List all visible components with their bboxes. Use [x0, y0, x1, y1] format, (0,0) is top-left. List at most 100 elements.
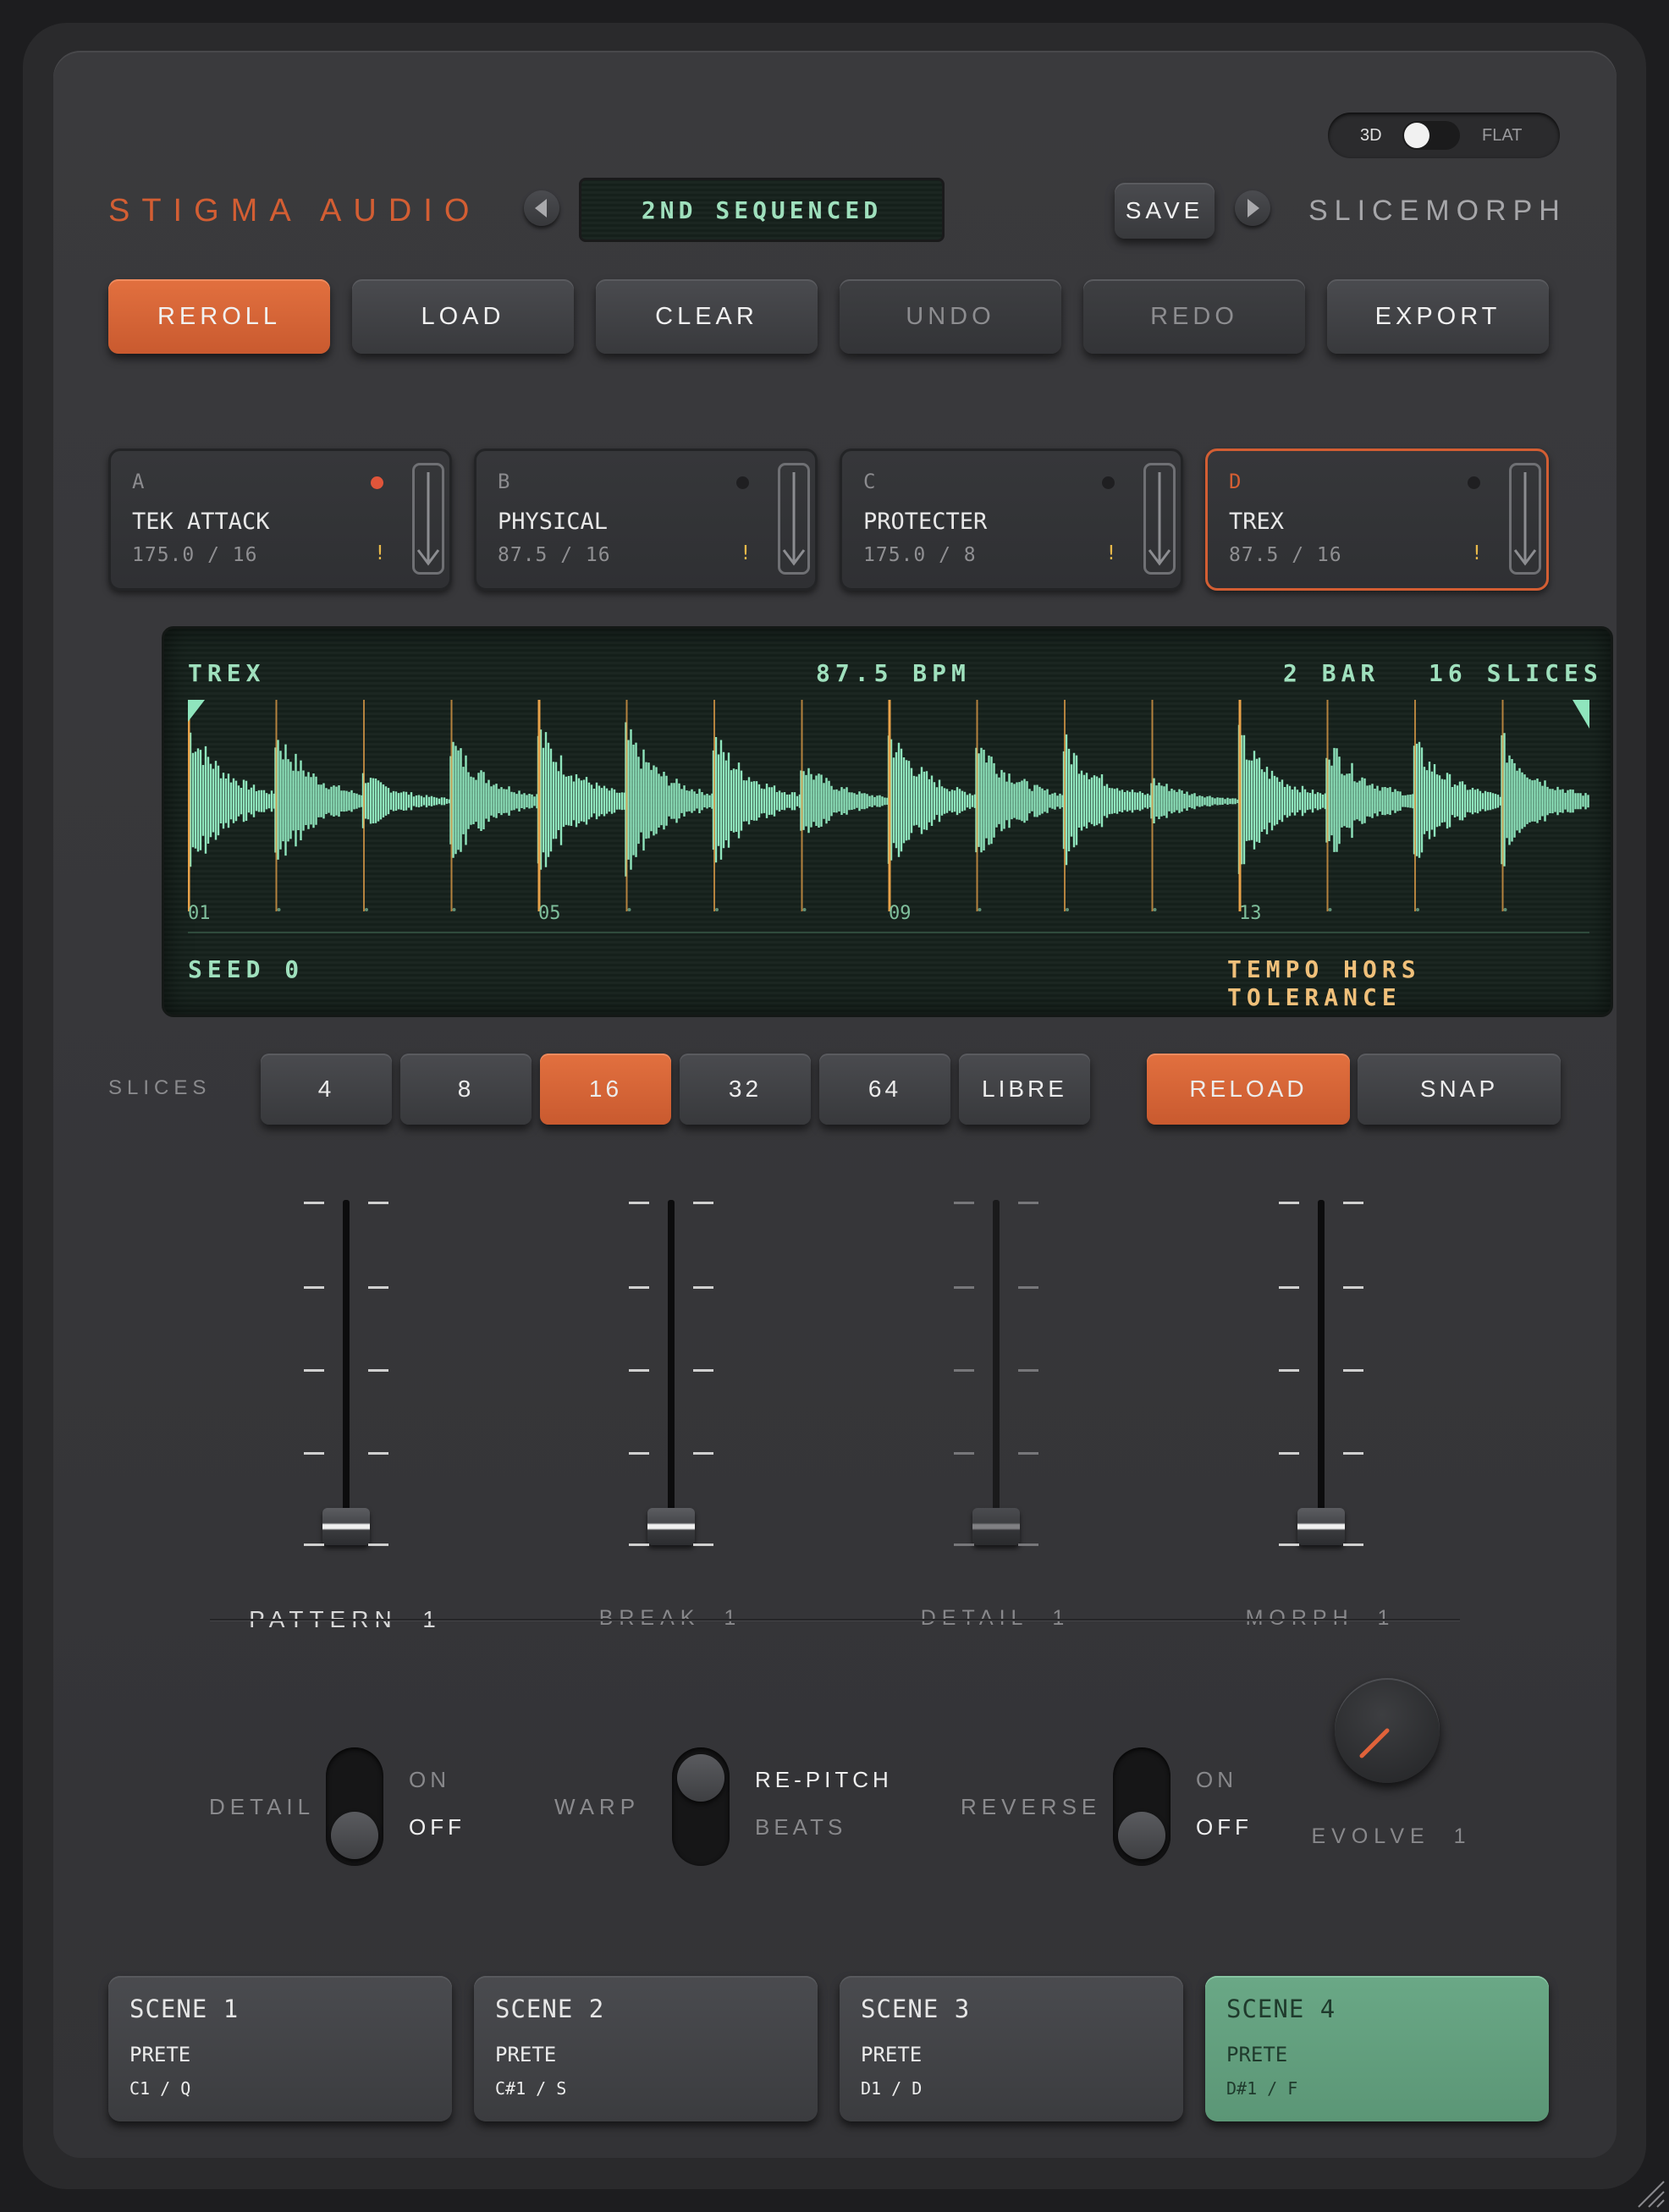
redo-button[interactable]: REDO: [1083, 279, 1305, 354]
waveform-display[interactable]: TREX 87.5 BPM 2 BAR 16 SLICES 01 05 09 1…: [162, 626, 1613, 1017]
fader-tick: [368, 1286, 388, 1289]
slice-dot: [627, 908, 631, 911]
clear-button[interactable]: CLEAR: [596, 279, 818, 354]
pattern-fader[interactable]: [295, 1193, 397, 1557]
scene-state: PRETE: [129, 2043, 191, 2066]
scene-state: PRETE: [495, 2043, 557, 2066]
warp-repitch-option: RE-PITCH: [755, 1767, 893, 1792]
morph-fader[interactable]: [1270, 1193, 1372, 1557]
sample-slot-d[interactable]: D TREX 87.5 / 16 !: [1205, 448, 1549, 591]
fader-tick: [1343, 1369, 1363, 1372]
reroll-button[interactable]: REROLL: [108, 279, 330, 354]
break-fader[interactable]: [620, 1193, 722, 1557]
fader-track: [343, 1200, 350, 1545]
waveform-canvas[interactable]: [188, 700, 1589, 911]
warp-switch[interactable]: [672, 1747, 730, 1866]
scene-keys: C#1 / S: [495, 2078, 567, 2099]
drop-arrow-icon[interactable]: [1143, 463, 1176, 575]
undo-button[interactable]: UNDO: [840, 279, 1061, 354]
fader-tick: [1018, 1202, 1038, 1204]
mode-3d-label: 3D: [1360, 126, 1382, 145]
save-button[interactable]: SAVE: [1115, 183, 1215, 239]
waveform-slice-count: 16 SLICES: [1429, 659, 1603, 687]
scene-1-button[interactable]: SCENE 1 PRETE C1 / Q: [108, 1976, 452, 2121]
fader-track: [1318, 1200, 1325, 1545]
fader-tick: [629, 1369, 649, 1372]
fader-tick: [1279, 1369, 1299, 1372]
slices-option-64[interactable]: 64: [819, 1054, 950, 1125]
slot-info: 87.5 / 16: [1229, 544, 1342, 566]
fader-handle[interactable]: [1297, 1508, 1345, 1545]
loop-end-handle[interactable]: [1573, 700, 1589, 729]
scene-title: SCENE 1: [129, 1995, 240, 2023]
slice-marker-label: 13: [1239, 903, 1262, 924]
fader-track: [993, 1200, 1000, 1545]
knob-pointer-icon: [1359, 1728, 1390, 1758]
reload-button[interactable]: RELOAD: [1147, 1054, 1350, 1125]
scene-2-button[interactable]: SCENE 2 PRETE C#1 / S: [474, 1976, 818, 2121]
fader-tick: [304, 1543, 324, 1546]
waveform-sample-name: TREX: [188, 659, 266, 687]
detail-fader[interactable]: [945, 1193, 1047, 1557]
fader-tick: [368, 1202, 388, 1204]
reverse-switch-label: REVERSE: [961, 1794, 1102, 1819]
evolve-knob[interactable]: [1335, 1678, 1440, 1783]
fader-tick: [629, 1452, 649, 1455]
scene-3-button[interactable]: SCENE 3 PRETE D1 / D: [840, 1976, 1183, 2121]
tempo-warning: TEMPO HORS TOLERANCE: [1227, 955, 1421, 1011]
fader-tick: [304, 1369, 324, 1372]
fader-tick: [1279, 1286, 1299, 1289]
slice-dot: [1416, 908, 1419, 911]
snap-button[interactable]: SNAP: [1358, 1054, 1561, 1125]
fader-tick: [1343, 1202, 1363, 1204]
slices-option-16[interactable]: 16: [540, 1054, 671, 1125]
fader-tick: [304, 1286, 324, 1289]
drop-arrow-icon[interactable]: [1509, 463, 1541, 575]
sample-slot-a[interactable]: A TEK ATTACK 175.0 / 16 !: [108, 448, 452, 591]
preset-display[interactable]: 2ND SEQUENCED: [579, 178, 945, 242]
slices-option-libre[interactable]: LIBRE: [959, 1054, 1090, 1125]
switch-knob: [677, 1754, 724, 1802]
scene-title: SCENE 4: [1226, 1995, 1336, 2023]
slices-option-4[interactable]: 4: [261, 1054, 392, 1125]
fader-handle[interactable]: [322, 1508, 370, 1545]
scene-4-button[interactable]: SCENE 4 PRETE D#1 / F: [1205, 1976, 1549, 2121]
seed-readout: SEED 0: [188, 955, 305, 983]
fader-tick: [1343, 1543, 1363, 1546]
slice-dot: [277, 908, 281, 911]
sample-slot-b[interactable]: B PHYSICAL 87.5 / 16 !: [474, 448, 818, 591]
slice-dot: [1153, 908, 1157, 911]
detail-switch[interactable]: [326, 1747, 383, 1866]
fader-tick: [1018, 1543, 1038, 1546]
mode-toggle-knob[interactable]: [1402, 121, 1460, 150]
detail-switch-on: ON: [409, 1767, 450, 1792]
fader-tick: [1018, 1286, 1038, 1289]
load-button[interactable]: LOAD: [352, 279, 574, 354]
slice-dot: [452, 908, 456, 911]
drop-arrow-icon[interactable]: [778, 463, 810, 575]
slot-name: PROTECTER: [863, 509, 988, 535]
fader-handle[interactable]: [972, 1508, 1020, 1545]
prev-preset-button[interactable]: [524, 190, 559, 226]
fader-tick: [1018, 1452, 1038, 1455]
mode-toggle[interactable]: 3D FLAT: [1328, 113, 1560, 158]
slices-option-8[interactable]: 8: [400, 1054, 532, 1125]
warp-beats-option: BEATS: [755, 1814, 847, 1840]
export-button[interactable]: EXPORT: [1327, 279, 1549, 354]
scene-title: SCENE 3: [861, 1995, 971, 2023]
evolve-label: EVOLVE 1: [1311, 1824, 1472, 1848]
fader-handle[interactable]: [647, 1508, 695, 1545]
slot-letter: A: [132, 470, 145, 493]
sample-slot-c[interactable]: C PROTECTER 175.0 / 8 !: [840, 448, 1183, 591]
drop-arrow-icon[interactable]: [412, 463, 444, 575]
slice-dot: [802, 908, 807, 911]
scene-state: PRETE: [861, 2043, 923, 2066]
loop-start-handle[interactable]: [188, 700, 205, 722]
fader-tick: [954, 1452, 974, 1455]
next-preset-button[interactable]: [1235, 190, 1270, 226]
resize-grip-icon[interactable]: [1632, 2175, 1666, 2209]
slot-name: PHYSICAL: [498, 509, 609, 535]
slices-option-32[interactable]: 32: [680, 1054, 811, 1125]
fader-tick: [954, 1369, 974, 1372]
reverse-switch[interactable]: [1113, 1747, 1171, 1866]
